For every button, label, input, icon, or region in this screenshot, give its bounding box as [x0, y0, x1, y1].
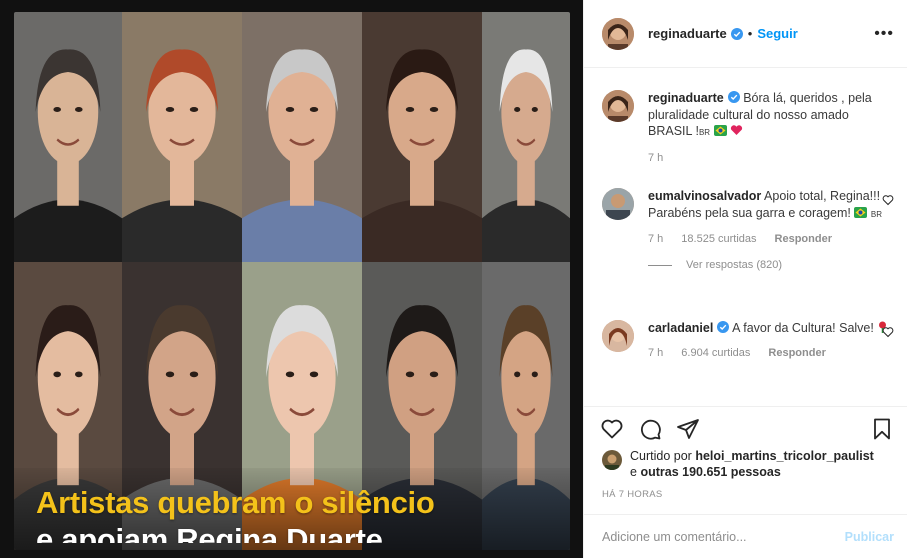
comment-text-block: carladaniel A favor da Cultura! Salve!: [648, 320, 896, 337]
reply-button[interactable]: Responder: [768, 347, 825, 359]
liked-by-others-count[interactable]: outras 190.651 pessoas: [640, 465, 780, 479]
post-header: reginaduarte • Seguir •••: [584, 0, 907, 68]
liked-by-prefix: Curtido por: [630, 449, 696, 463]
like-comment-heart-icon[interactable]: [882, 194, 894, 206]
portrait-photo: [482, 12, 570, 262]
caption-text: reginaduarte Bóra lá, queridos , pela pl…: [648, 90, 896, 142]
more-options-icon[interactable]: •••: [874, 25, 894, 43]
brazil-flag-icon: [854, 206, 868, 218]
headline-line-2: e apoiam Regina Duarte: [36, 522, 383, 543]
comment-item: carladaniel A favor da Cultura! Salve! 7…: [602, 320, 896, 359]
portrait-photo: [122, 12, 242, 262]
verified-badge-icon: [730, 27, 743, 40]
comment-meta: 7 h: [648, 152, 896, 164]
liked-by-username[interactable]: heloi_martins_tricolor_paulist: [695, 449, 874, 463]
header-separator: •: [747, 26, 753, 41]
share-paper-plane-icon[interactable]: [676, 417, 700, 441]
view-replies-button[interactable]: Ver respostas (820): [648, 259, 896, 271]
comment-likes-count[interactable]: 18.525 curtidas: [681, 233, 756, 245]
post-headline: Artistas quebram o silêncio e apoiam Reg…: [36, 484, 570, 543]
comment-likes-count[interactable]: 6.904 curtidas: [681, 347, 750, 359]
comment-username[interactable]: carladaniel: [648, 321, 713, 335]
comment-item: eumalvinosalvador Apoio total, Regina!!!…: [602, 188, 896, 271]
verified-badge-icon: [717, 321, 730, 333]
comment-input[interactable]: [602, 529, 845, 544]
comment-time[interactable]: 7 h: [648, 347, 663, 359]
comment-meta: 7 h 18.525 curtidas Responder: [648, 233, 896, 245]
comment-username[interactable]: eumalvinosalvador: [648, 189, 761, 203]
like-heart-icon[interactable]: [600, 417, 624, 441]
likes-summary: Curtido por heloi_martins_tricolor_pauli…: [602, 448, 902, 480]
post-side-panel: reginaduarte • Seguir ••• reginaduarte B…: [583, 0, 907, 558]
brazil-flag-icon: [713, 125, 727, 136]
verified-badge-icon: [727, 91, 740, 103]
portrait-photo: [14, 12, 122, 262]
flag-label: BR: [698, 128, 711, 137]
heart-emoji-icon: [730, 125, 743, 135]
comment-username[interactable]: reginaduarte: [648, 91, 724, 105]
avatar[interactable]: [602, 188, 634, 220]
add-comment-bar: Publicar: [584, 514, 907, 558]
avatar[interactable]: [602, 90, 634, 122]
publish-button[interactable]: Publicar: [845, 530, 894, 544]
follow-button[interactable]: Seguir: [757, 26, 797, 41]
reply-button[interactable]: Responder: [775, 233, 832, 245]
post-timestamp[interactable]: HÁ 7 HORAS: [602, 489, 663, 500]
avatar[interactable]: [602, 17, 634, 50]
replies-divider: [648, 264, 672, 266]
comment-time[interactable]: 7 h: [648, 152, 663, 164]
flag-label: BR: [870, 209, 882, 219]
post-actions-bar: [584, 406, 907, 450]
post-image-collage: Artistas quebram o silêncio e apoiam Reg…: [14, 12, 570, 550]
bookmark-icon[interactable]: [870, 417, 894, 441]
caption: reginaduarte Bóra lá, queridos , pela pl…: [602, 90, 896, 164]
liked-by-and: e: [630, 465, 641, 479]
portrait-photo: [242, 12, 362, 262]
like-comment-heart-icon[interactable]: [882, 326, 894, 338]
post-image[interactable]: Artistas quebram o silêncio e apoiam Reg…: [0, 0, 583, 558]
headline-line-1: Artistas quebram o silêncio: [36, 485, 435, 520]
comment-meta: 7 h 6.904 curtidas Responder: [648, 347, 896, 359]
avatar[interactable]: [602, 450, 622, 470]
comments-list[interactable]: reginaduarte Bóra lá, queridos , pela pl…: [584, 68, 907, 406]
comment-bubble-icon[interactable]: [638, 417, 662, 441]
comment-text-block: eumalvinosalvador Apoio total, Regina!!!…: [648, 188, 896, 223]
header-username[interactable]: reginaduarte: [648, 26, 727, 41]
view-replies-label: Ver respostas (820): [686, 259, 782, 271]
comment-text: A favor da Cultura! Salve!: [729, 321, 874, 335]
avatar[interactable]: [602, 320, 634, 352]
portrait-photo: [362, 12, 482, 262]
comment-time[interactable]: 7 h: [648, 233, 663, 245]
